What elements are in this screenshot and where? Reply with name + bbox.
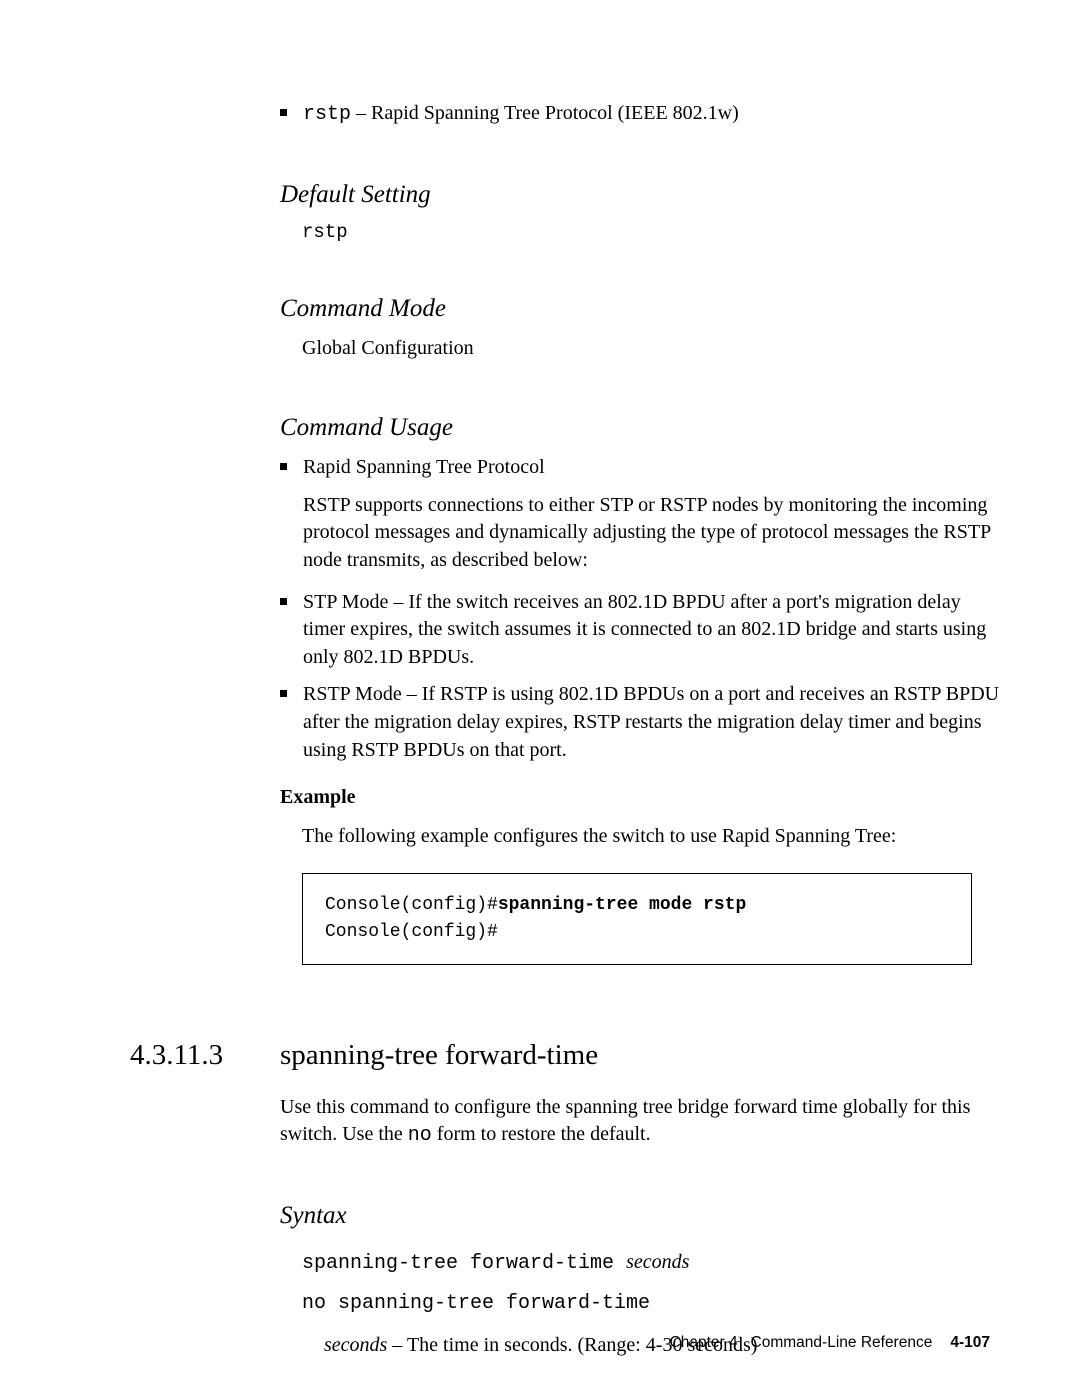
syntax-desc-arg: seconds [324,1334,387,1356]
code-line-1: Console(config)#spanning-tree mode rstp [325,892,949,919]
rstp-desc: – Rapid Spanning Tree Protocol (IEEE 802… [351,102,739,124]
syntax-block: spanning-tree forward-time seconds no sp… [302,1242,1000,1324]
heading-command-mode: Command Mode [280,295,1000,323]
example-intro: The following example configures the swi… [302,823,1000,851]
usage-bullet-1-text: Rapid Spanning Tree Protocol [303,454,545,482]
heading-command-usage: Command Usage [280,414,1000,442]
usage-bullet-1-sub: RSTP supports connections to either STP … [303,492,1000,575]
command-mode-value: Global Configuration [302,335,1000,363]
section-intro: Use this command to configure the spanni… [280,1094,1000,1150]
syntax-line-2: no spanning-tree forward-time [302,1284,1000,1324]
usage-bullet-2-text: STP Mode – If the switch receives an 802… [303,589,1000,672]
usage-bullet-2: STP Mode – If the switch receives an 802… [280,589,1000,672]
usage-bullet-1: Rapid Spanning Tree Protocol [280,454,1000,482]
bullet-text: rstp – Rapid Spanning Tree Protocol (IEE… [303,100,739,129]
footer-chapter: Chapter 4 [670,1334,738,1351]
usage-bullet-3: RSTP Mode – If RSTP is using 802.1D BPDU… [280,681,1000,764]
section-title: spanning-tree forward-time [280,1039,598,1072]
footer: Chapter 4 Command-Line Reference 4-107 [670,1334,990,1352]
syntax-line1-code: spanning-tree forward-time [302,1252,626,1275]
content-column: rstp – Rapid Spanning Tree Protocol (IEE… [280,100,1000,965]
footer-page: 4-107 [950,1334,990,1351]
intro-b: form to restore the default. [432,1123,651,1145]
bullet-icon [280,598,287,605]
syntax-line1-arg: seconds [626,1251,689,1273]
section-heading-row: 4.3.11.3 spanning-tree forward-time [130,1039,990,1072]
example-label: Example [280,786,1000,809]
code-box: Console(config)#spanning-tree mode rstp … [302,873,972,965]
section-body: Use this command to configure the spanni… [280,1094,1000,1360]
footer-title: Command-Line Reference [751,1334,933,1351]
rstp-code: rstp [303,103,351,126]
bullet-rstp: rstp – Rapid Spanning Tree Protocol (IEE… [280,100,1000,129]
code-prompt-1: Console(config)# [325,895,498,915]
default-setting-value: rstp [302,221,1000,243]
syntax-line-1: spanning-tree forward-time seconds [302,1242,1000,1284]
code-line-2: Console(config)# [325,919,949,946]
heading-syntax: Syntax [280,1202,1000,1230]
heading-default-setting: Default Setting [280,181,1000,209]
bullet-icon [280,690,287,697]
page: rstp – Rapid Spanning Tree Protocol (IEE… [0,0,1080,1400]
bullet-icon [280,463,287,470]
bullet-icon [280,109,287,116]
usage-bullet-3-text: RSTP Mode – If RSTP is using 802.1D BPDU… [303,681,1000,764]
code-command: spanning-tree mode rstp [498,895,746,915]
section-number: 4.3.11.3 [130,1039,280,1072]
intro-code: no [408,1124,432,1147]
